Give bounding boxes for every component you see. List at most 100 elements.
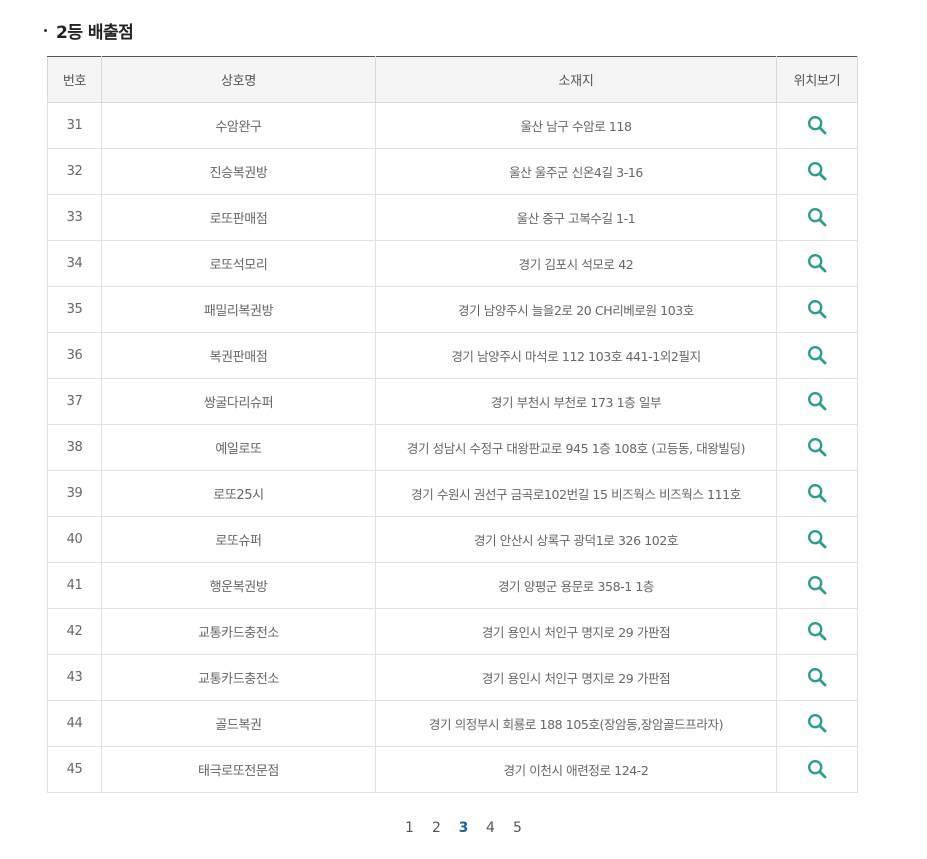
row-location-cell: [776, 102, 858, 149]
row-number: 43: [47, 654, 102, 701]
search-icon: [807, 437, 827, 457]
row-store-name: 태극로또전문점: [101, 746, 376, 793]
table-header-row: 번호 상호명 소재지 위치보기: [47, 56, 858, 103]
row-location-cell: [776, 562, 858, 609]
view-location-button[interactable]: [804, 388, 830, 414]
row-location-cell: [776, 424, 858, 471]
view-location-button[interactable]: [804, 710, 830, 736]
row-address: 경기 부천시 부천로 173 1층 일부: [375, 378, 777, 425]
table-row: 31 수암완구 울산 남구 수암로 118: [47, 102, 858, 149]
row-number: 36: [47, 332, 102, 379]
page-link-3[interactable]: 3: [450, 820, 477, 836]
view-location-button[interactable]: [804, 434, 830, 460]
pagination: 12345: [0, 820, 927, 836]
row-store-name: 수암완구: [101, 102, 376, 149]
page-link-5[interactable]: 5: [504, 820, 531, 836]
row-address: 경기 용인시 처인구 명지로 29 가판점: [375, 608, 777, 655]
row-address: 경기 남양주시 마석로 112 103호 441-1외2필지: [375, 332, 777, 379]
row-location-cell: [776, 746, 858, 793]
row-number: 42: [47, 608, 102, 655]
row-address: 울산 중구 고복수길 1-1: [375, 194, 777, 241]
row-store-name: 로또판매점: [101, 194, 376, 241]
row-number: 41: [47, 562, 102, 609]
view-location-button[interactable]: [804, 572, 830, 598]
table-row: 43 교통카드충전소 경기 용인시 처인구 명지로 29 가판점: [47, 654, 858, 701]
table-row: 37 쌍굴다리슈퍼 경기 부천시 부천로 173 1층 일부: [47, 378, 858, 425]
row-number: 40: [47, 516, 102, 563]
header-number: 번호: [47, 56, 102, 103]
search-icon: [807, 621, 827, 641]
table-row: 41 행운복권방 경기 양평군 용문로 358-1 1층: [47, 562, 858, 609]
row-number: 38: [47, 424, 102, 471]
row-number: 37: [47, 378, 102, 425]
row-location-cell: [776, 148, 858, 195]
row-store-name: 로또슈퍼: [101, 516, 376, 563]
table-row: 35 패밀리복권방 경기 남양주시 늘을2로 20 CH리베로원 103호: [47, 286, 858, 333]
header-store-name: 상호명: [101, 56, 376, 103]
table-row: 33 로또판매점 울산 중구 고복수길 1-1: [47, 194, 858, 241]
row-address: 경기 수원시 권선구 금곡로102번길 15 비즈웍스 비즈웍스 111호: [375, 470, 777, 517]
row-address: 경기 김포시 석모로 42: [375, 240, 777, 287]
row-store-name: 로또25시: [101, 470, 376, 517]
row-location-cell: [776, 700, 858, 747]
row-store-name: 골드복권: [101, 700, 376, 747]
view-location-button[interactable]: [804, 480, 830, 506]
header-address: 소재지: [375, 56, 777, 103]
row-store-name: 예일로또: [101, 424, 376, 471]
search-icon: [807, 207, 827, 227]
row-number: 44: [47, 700, 102, 747]
search-icon: [807, 253, 827, 273]
table-row: 36 복권판매점 경기 남양주시 마석로 112 103호 441-1외2필지: [47, 332, 858, 379]
view-location-button[interactable]: [804, 204, 830, 230]
row-number: 33: [47, 194, 102, 241]
view-location-button[interactable]: [804, 664, 830, 690]
view-location-button[interactable]: [804, 250, 830, 276]
store-table: 번호 상호명 소재지 위치보기 31 수암완구 울산 남구 수암로 118 32 진승복…: [47, 56, 858, 793]
row-location-cell: [776, 516, 858, 563]
row-location-cell: [776, 240, 858, 287]
row-location-cell: [776, 470, 858, 517]
view-location-button[interactable]: [804, 756, 830, 782]
row-address: 울산 남구 수암로 118: [375, 102, 777, 149]
row-store-name: 로또석모리: [101, 240, 376, 287]
bullet-dot: [44, 28, 47, 32]
search-icon: [807, 345, 827, 365]
view-location-button[interactable]: [804, 618, 830, 644]
table-row: 40 로또슈퍼 경기 안산시 상록구 광덕1로 326 102호: [47, 516, 858, 563]
row-number: 32: [47, 148, 102, 195]
page-link-1[interactable]: 1: [396, 820, 423, 836]
search-icon: [807, 483, 827, 503]
page-link-4[interactable]: 4: [477, 820, 504, 836]
row-address: 경기 양평군 용문로 358-1 1층: [375, 562, 777, 609]
view-location-button[interactable]: [804, 342, 830, 368]
row-address: 경기 안산시 상록구 광덕1로 326 102호: [375, 516, 777, 563]
row-store-name: 쌍굴다리슈퍼: [101, 378, 376, 425]
table-row: 45 태극로또전문점 경기 이천시 애련정로 124-2: [47, 746, 858, 793]
view-location-button[interactable]: [804, 158, 830, 184]
row-store-name: 진승복권방: [101, 148, 376, 195]
table-row: 34 로또석모리 경기 김포시 석모로 42: [47, 240, 858, 287]
search-icon: [807, 529, 827, 549]
row-address: 경기 남양주시 늘을2로 20 CH리베로원 103호: [375, 286, 777, 333]
table-row: 32 진승복권방 울산 울주군 신온4길 3-16: [47, 148, 858, 195]
row-address: 울산 울주군 신온4길 3-16: [375, 148, 777, 195]
row-store-name: 교통카드충전소: [101, 608, 376, 655]
view-location-button[interactable]: [804, 526, 830, 552]
page-link-2[interactable]: 2: [423, 820, 450, 836]
search-icon: [807, 391, 827, 411]
row-address: 경기 용인시 처인구 명지로 29 가판점: [375, 654, 777, 701]
table-row: 38 예일로또 경기 성남시 수정구 대왕판교로 945 1층 108호 (고등동,…: [47, 424, 858, 471]
row-address: 경기 이천시 애련정로 124-2: [375, 746, 777, 793]
header-location: 위치보기: [776, 56, 858, 103]
search-icon: [807, 115, 827, 135]
search-icon: [807, 713, 827, 733]
row-number: 35: [47, 286, 102, 333]
view-location-button[interactable]: [804, 112, 830, 138]
row-location-cell: [776, 608, 858, 655]
row-number: 31: [47, 102, 102, 149]
search-icon: [807, 575, 827, 595]
section-title-text: 2등 배출점: [56, 23, 134, 43]
search-icon: [807, 161, 827, 181]
view-location-button[interactable]: [804, 296, 830, 322]
search-icon: [807, 759, 827, 779]
